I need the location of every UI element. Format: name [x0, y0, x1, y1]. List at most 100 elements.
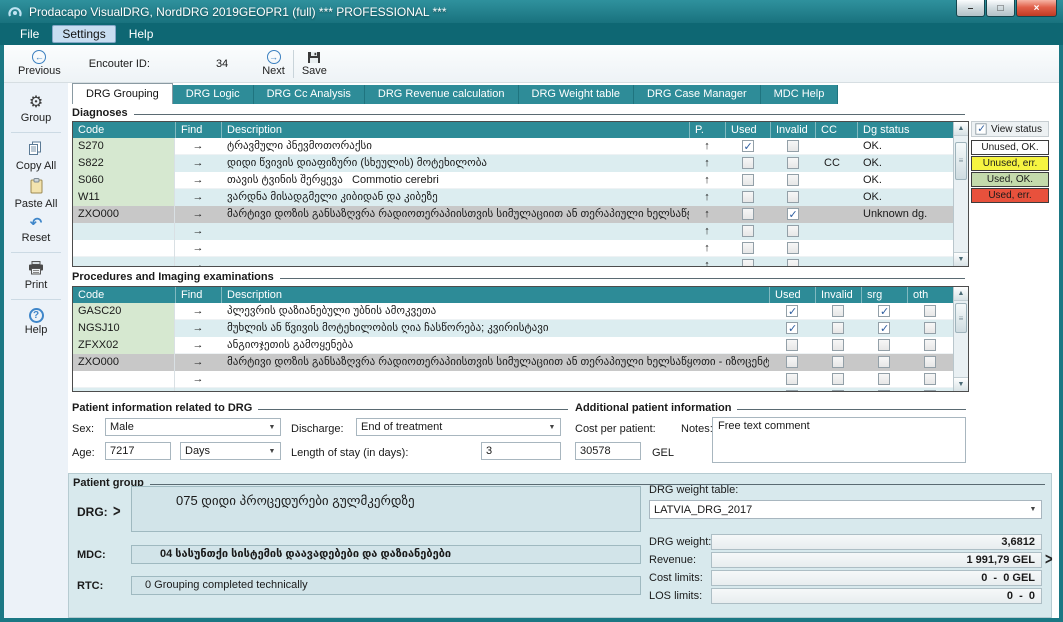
- encounter-id-value[interactable]: 34: [216, 58, 228, 70]
- invalid-checkbox[interactable]: [832, 356, 844, 368]
- scroll-thumb[interactable]: [955, 142, 967, 180]
- view-status-toggle[interactable]: View status: [971, 121, 1049, 137]
- code-cell[interactable]: ZXO000: [73, 206, 175, 223]
- priority-up-icon[interactable]: ↑: [689, 223, 725, 240]
- code-cell[interactable]: [73, 223, 175, 240]
- diagnosis-row[interactable]: W11→ვარდნა მისადგმელი კიბიდან და კიბეზე↑…: [73, 189, 953, 206]
- procedure-row[interactable]: →: [73, 371, 953, 388]
- sidebar-item-reset[interactable]: ↶Reset: [22, 216, 51, 244]
- sidebar-item-paste-all[interactable]: Paste All: [15, 178, 58, 210]
- srg-checkbox[interactable]: [878, 305, 890, 317]
- sex-select[interactable]: Male: [105, 418, 281, 436]
- view-status-checkbox[interactable]: [975, 123, 986, 134]
- scroll-thumb[interactable]: [955, 303, 967, 333]
- invalid-checkbox[interactable]: [787, 191, 799, 203]
- column-header[interactable]: Invalid: [815, 287, 861, 303]
- diagnoses-vertical-scrollbar[interactable]: ▲▼: [953, 122, 968, 266]
- code-cell[interactable]: S060: [73, 172, 175, 189]
- code-cell[interactable]: S822: [73, 155, 175, 172]
- invalid-checkbox[interactable]: [787, 225, 799, 237]
- oth-checkbox[interactable]: [924, 390, 936, 391]
- find-arrow-icon[interactable]: →: [175, 388, 221, 392]
- used-checkbox[interactable]: [742, 157, 754, 169]
- srg-checkbox[interactable]: [878, 390, 890, 391]
- diagnosis-row[interactable]: S822→დიდი წვივის დიაფიზური (სხეულის) მოტ…: [73, 155, 953, 172]
- column-header[interactable]: Find: [175, 122, 221, 138]
- save-button[interactable]: Save: [302, 51, 327, 77]
- oth-checkbox[interactable]: [924, 305, 936, 317]
- description-cell[interactable]: [221, 223, 689, 240]
- used-checkbox[interactable]: [786, 322, 798, 334]
- used-checkbox[interactable]: [742, 242, 754, 254]
- invalid-checkbox[interactable]: [787, 174, 799, 186]
- used-checkbox[interactable]: [786, 373, 798, 385]
- description-cell[interactable]: ანგიოჯეთის გამოყენება: [221, 337, 769, 354]
- column-header[interactable]: srg: [861, 287, 907, 303]
- diagnosis-row[interactable]: →↑: [73, 223, 953, 240]
- maximize-button[interactable]: □: [986, 0, 1015, 17]
- code-cell[interactable]: [73, 240, 175, 257]
- priority-up-icon[interactable]: ↑: [689, 138, 725, 155]
- oth-checkbox[interactable]: [924, 339, 936, 351]
- code-cell[interactable]: [73, 371, 175, 388]
- code-cell[interactable]: W11: [73, 189, 175, 206]
- invalid-checkbox[interactable]: [832, 390, 844, 391]
- description-cell[interactable]: [221, 257, 689, 267]
- oth-checkbox[interactable]: [924, 356, 936, 368]
- code-cell[interactable]: S270: [73, 138, 175, 155]
- sidebar-item-copy-all[interactable]: Copy All: [16, 141, 56, 172]
- minimize-button[interactable]: –: [956, 0, 985, 17]
- diagnosis-row[interactable]: →↑: [73, 240, 953, 257]
- description-cell[interactable]: მარტივი დოზის განსაზღვრა რადიოთერაპიისთვ…: [221, 206, 689, 223]
- column-header[interactable]: Code: [73, 122, 175, 138]
- procedures-vertical-scrollbar[interactable]: ▲▼: [953, 287, 968, 391]
- srg-checkbox[interactable]: [878, 373, 890, 385]
- close-button[interactable]: ×: [1016, 0, 1057, 17]
- menu-item-file[interactable]: File: [10, 25, 49, 43]
- find-arrow-icon[interactable]: →: [175, 371, 221, 388]
- find-arrow-icon[interactable]: →: [175, 189, 221, 206]
- drg-weight-table-select[interactable]: LATVIA_DRG_2017: [649, 500, 1042, 519]
- find-arrow-icon[interactable]: →: [175, 138, 221, 155]
- description-cell[interactable]: მუხლის ან წვივის მოტეხილობის ღია ჩასწორე…: [221, 320, 769, 337]
- srg-checkbox[interactable]: [878, 322, 890, 334]
- invalid-checkbox[interactable]: [832, 322, 844, 334]
- tab-mdc-help[interactable]: MDC Help: [761, 85, 839, 104]
- used-checkbox[interactable]: [786, 356, 798, 368]
- column-header[interactable]: Description: [221, 287, 769, 303]
- drg-expand-chevron-icon[interactable]: [113, 501, 121, 521]
- sidebar-item-group[interactable]: ⚙Group: [21, 95, 52, 124]
- srg-checkbox[interactable]: [878, 356, 890, 368]
- discharge-select[interactable]: End of treatment: [356, 418, 561, 436]
- code-cell[interactable]: [73, 388, 175, 392]
- code-cell[interactable]: ZFXX02: [73, 337, 175, 354]
- sidebar-item-help[interactable]: ?Help: [25, 308, 48, 336]
- used-checkbox[interactable]: [742, 191, 754, 203]
- cost-per-patient-input[interactable]: 30578: [575, 442, 641, 460]
- scroll-down-button[interactable]: ▼: [954, 377, 968, 391]
- notes-input[interactable]: Free text comment: [712, 417, 966, 463]
- used-checkbox[interactable]: [742, 259, 754, 266]
- used-checkbox[interactable]: [786, 339, 798, 351]
- srg-checkbox[interactable]: [878, 339, 890, 351]
- age-input[interactable]: 7217: [105, 442, 171, 460]
- column-header[interactable]: Description: [221, 122, 689, 138]
- find-arrow-icon[interactable]: →: [175, 172, 221, 189]
- used-checkbox[interactable]: [742, 225, 754, 237]
- previous-button[interactable]: Previous: [18, 50, 61, 77]
- find-arrow-icon[interactable]: →: [175, 223, 221, 240]
- find-arrow-icon[interactable]: →: [175, 155, 221, 172]
- column-header[interactable]: Invalid: [770, 122, 815, 138]
- column-header[interactable]: Code: [73, 287, 175, 303]
- find-arrow-icon[interactable]: →: [175, 320, 221, 337]
- description-cell[interactable]: პლევრის დაზიანებული უბნის ამოკვეთა: [221, 303, 769, 320]
- description-cell[interactable]: ვარდნა მისადგმელი კიბიდან და კიბეზე: [221, 189, 689, 206]
- find-arrow-icon[interactable]: →: [175, 303, 221, 320]
- invalid-checkbox[interactable]: [787, 208, 799, 220]
- procedure-row[interactable]: ZXO000→მარტივი დოზის განსაზღვრა რადიოთერ…: [73, 354, 953, 371]
- description-cell[interactable]: ტრავმული პნევმოთორაქსი: [221, 138, 689, 155]
- used-checkbox[interactable]: [742, 174, 754, 186]
- priority-up-icon[interactable]: ↑: [689, 189, 725, 206]
- oth-checkbox[interactable]: [924, 373, 936, 385]
- tab-drg-case-manager[interactable]: DRG Case Manager: [634, 85, 761, 104]
